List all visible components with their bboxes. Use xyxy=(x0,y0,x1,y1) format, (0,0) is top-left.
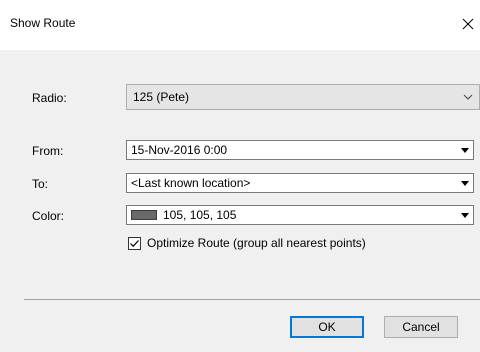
radio-select[interactable]: 125 (Pete) xyxy=(126,84,480,110)
footer-divider xyxy=(24,299,480,300)
color-combo[interactable]: 105, 105, 105 xyxy=(126,205,474,225)
title-bar[interactable]: Show Route xyxy=(0,0,480,50)
from-combo[interactable]: 15-Nov-2016 0:00 xyxy=(126,140,474,160)
show-route-dialog: Show Route Radio: 125 (Pete) From: 15-No… xyxy=(0,0,480,352)
optimize-route-option[interactable]: Optimize Route (group all nearest points… xyxy=(128,236,366,250)
dropdown-arrow-icon xyxy=(461,147,469,153)
chevron-down-icon xyxy=(463,94,473,100)
color-swatch xyxy=(131,210,157,220)
to-dropdown-button[interactable] xyxy=(457,174,473,192)
from-value: 15-Nov-2016 0:00 xyxy=(131,143,228,157)
ok-button[interactable]: OK xyxy=(290,316,364,338)
close-icon xyxy=(462,18,474,30)
from-dropdown-button[interactable] xyxy=(457,141,473,159)
radio-value: 125 (Pete) xyxy=(133,90,190,104)
dropdown-arrow-icon xyxy=(461,180,469,186)
color-dropdown-button[interactable] xyxy=(457,206,473,224)
radio-label: Radio: xyxy=(32,91,67,105)
optimize-route-checkbox[interactable] xyxy=(128,236,141,250)
to-combo[interactable]: <Last known location> xyxy=(126,173,474,193)
color-value: 105, 105, 105 xyxy=(163,208,237,222)
checkmark-icon xyxy=(130,239,139,247)
dialog-title: Show Route xyxy=(10,16,76,30)
to-value: <Last known location> xyxy=(131,176,251,190)
optimize-route-label: Optimize Route (group all nearest points… xyxy=(147,236,366,250)
from-label: From: xyxy=(32,144,64,158)
close-button[interactable] xyxy=(456,10,480,38)
color-label: Color: xyxy=(32,209,65,223)
dropdown-arrow-icon xyxy=(461,212,469,218)
to-label: To: xyxy=(32,177,49,191)
cancel-button[interactable]: Cancel xyxy=(384,316,458,338)
